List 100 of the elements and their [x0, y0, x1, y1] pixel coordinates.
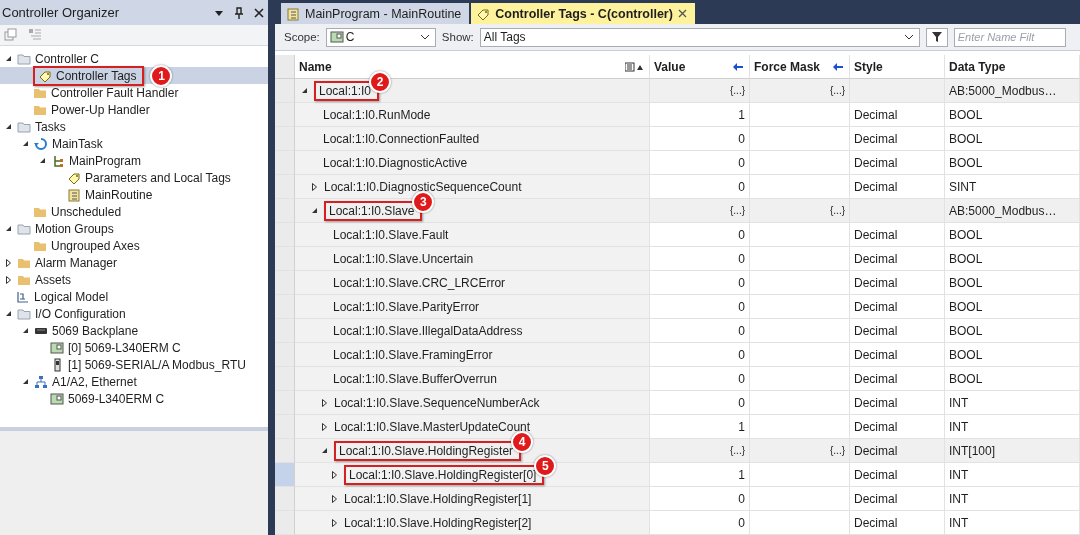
collapse-arrow-icon[interactable] — [4, 224, 13, 233]
scope-dropdown[interactable]: C — [325, 27, 436, 47]
tree-item[interactable]: Motion Groups — [0, 220, 268, 237]
collapse-arrow-icon[interactable] — [310, 206, 319, 215]
expand-arrow-icon[interactable] — [330, 470, 339, 479]
show-dropdown[interactable]: All Tags — [479, 27, 920, 47]
table-cell: AB:5000_Modbus… — [945, 199, 1080, 223]
show-label: Show: — [441, 31, 474, 43]
table-cell: {...} — [750, 79, 850, 103]
close-icon[interactable] — [254, 7, 264, 18]
table-cell: {...} — [650, 199, 750, 223]
folder-icon — [17, 51, 31, 66]
tree-item[interactable]: 5069 Backplane — [0, 322, 268, 339]
tree-item[interactable]: Controller C — [0, 50, 268, 67]
column-header[interactable]: Force Mask — [750, 55, 850, 79]
routine-icon — [286, 6, 300, 21]
sort-icon[interactable] — [625, 61, 643, 72]
tree-item[interactable]: Ungrouped Axes — [0, 237, 268, 254]
table-cell: Decimal — [850, 343, 945, 367]
tree-item[interactable]: Alarm Manager — [0, 254, 268, 271]
filter-field[interactable]: Enter Name Filt — [953, 27, 1066, 47]
tag-name[interactable]: Local:1:I0.Slave — [329, 203, 415, 218]
collapse-arrow-icon[interactable] — [21, 326, 30, 335]
table-cell: 0 — [650, 151, 750, 175]
table-cell: 0 — [650, 127, 750, 151]
table-cell: 0 — [650, 487, 750, 511]
table-cell: {...} — [750, 439, 850, 463]
expand-arrow-icon[interactable] — [330, 518, 339, 527]
collapse-arrow-icon[interactable] — [38, 156, 47, 165]
table-cell: Decimal — [850, 487, 945, 511]
collapse-arrow-icon[interactable] — [4, 309, 13, 318]
column-header[interactable]: Data Type — [945, 55, 1080, 79]
arrow-left-icon[interactable] — [833, 62, 843, 71]
column-header[interactable]: Style — [850, 55, 945, 79]
tab[interactable]: MainProgram - MainRoutine — [281, 3, 470, 25]
tree-item[interactable]: Controller Fault Handler — [0, 84, 268, 101]
table-cell: BOOL — [945, 295, 1080, 319]
arrow-left-icon[interactable] — [733, 62, 743, 71]
table-cell: INT[100] — [945, 439, 1080, 463]
expand-arrow-icon[interactable] — [330, 494, 339, 503]
collapse-arrow-icon[interactable] — [4, 122, 13, 131]
module-icon — [50, 391, 64, 406]
expand-arrow-icon[interactable] — [320, 398, 329, 407]
tag-icon — [476, 6, 491, 21]
table-cell: BOOL — [945, 127, 1080, 151]
tree-item[interactable]: Controller Tags 1 — [0, 67, 268, 84]
chevron-down-icon — [903, 34, 914, 40]
tree-item[interactable]: MainTask — [0, 135, 268, 152]
module-icon — [50, 340, 64, 355]
tree-item[interactable]: MainRoutine — [0, 186, 268, 203]
pin-icon[interactable] — [234, 6, 244, 19]
table-cell: 0 — [650, 343, 750, 367]
table-cell: {...} — [650, 79, 750, 103]
collapse-arrow-icon[interactable] — [300, 86, 309, 95]
table-cell: 0 — [650, 223, 750, 247]
close-icon[interactable] — [677, 9, 687, 19]
table-cell: 0 — [650, 511, 750, 535]
tag-icon — [38, 68, 52, 83]
collapse-arrow-icon[interactable] — [320, 446, 329, 455]
table-cell: BOOL — [945, 343, 1080, 367]
collapse-arrow-icon[interactable] — [21, 377, 30, 386]
tree-item[interactable]: [1] 5069-SERIAL/A Modbus_RTU — [0, 356, 268, 373]
tab[interactable]: Controller Tags - C(controller) — [471, 3, 695, 25]
tag-name[interactable]: Local:1:I0 — [319, 83, 372, 98]
table-cell: Decimal — [850, 511, 945, 535]
collapse-arrow-icon[interactable] — [21, 139, 30, 148]
tree-item[interactable]: A1/A2, Ethernet — [0, 373, 268, 390]
table-cell: 0 — [650, 367, 750, 391]
collapse-arrow-icon[interactable] — [4, 54, 13, 63]
table-cell: 0 — [650, 391, 750, 415]
table-cell: {...} — [750, 199, 850, 223]
table-cell: 1 — [650, 103, 750, 127]
table-cell: BOOL — [945, 151, 1080, 175]
panel-title: Controller Organizer — [2, 5, 120, 20]
tree-item[interactable]: [0] 5069-L340ERM C — [0, 339, 268, 356]
tag-name[interactable]: Local:1:I0.RunMode — [323, 107, 431, 122]
folder-icon — [17, 221, 31, 236]
table-cell: 0 — [650, 271, 750, 295]
table-cell: Decimal — [850, 223, 945, 247]
tree-item[interactable]: Tasks — [0, 118, 268, 135]
filter-button[interactable] — [925, 27, 948, 47]
expand-arrow-icon[interactable] — [4, 275, 13, 284]
table-cell: INT — [945, 463, 1080, 487]
table-cell: Decimal — [850, 271, 945, 295]
tree-item[interactable]: Parameters and Local Tags — [0, 169, 268, 186]
hierarchy-icon — [16, 289, 30, 304]
column-header[interactable]: Value — [650, 55, 750, 79]
scope-label: Scope: — [284, 31, 320, 43]
expand-arrow-icon[interactable] — [4, 258, 13, 267]
tree-item[interactable]: MainProgram — [0, 152, 268, 169]
tree-item[interactable]: Power-Up Handler — [0, 101, 268, 118]
tree-item[interactable]: I/O Configuration — [0, 305, 268, 322]
tree-item[interactable]: Logical Model — [0, 288, 268, 305]
tree-item[interactable]: Unscheduled — [0, 203, 268, 220]
expand-arrow-icon[interactable] — [320, 422, 329, 431]
tree-item[interactable]: Assets — [0, 271, 268, 288]
tree-item[interactable]: 5069-L340ERM C — [0, 390, 268, 407]
program-icon — [51, 153, 65, 168]
expand-arrow-icon[interactable] — [310, 182, 319, 191]
table-cell: Decimal — [850, 463, 945, 487]
